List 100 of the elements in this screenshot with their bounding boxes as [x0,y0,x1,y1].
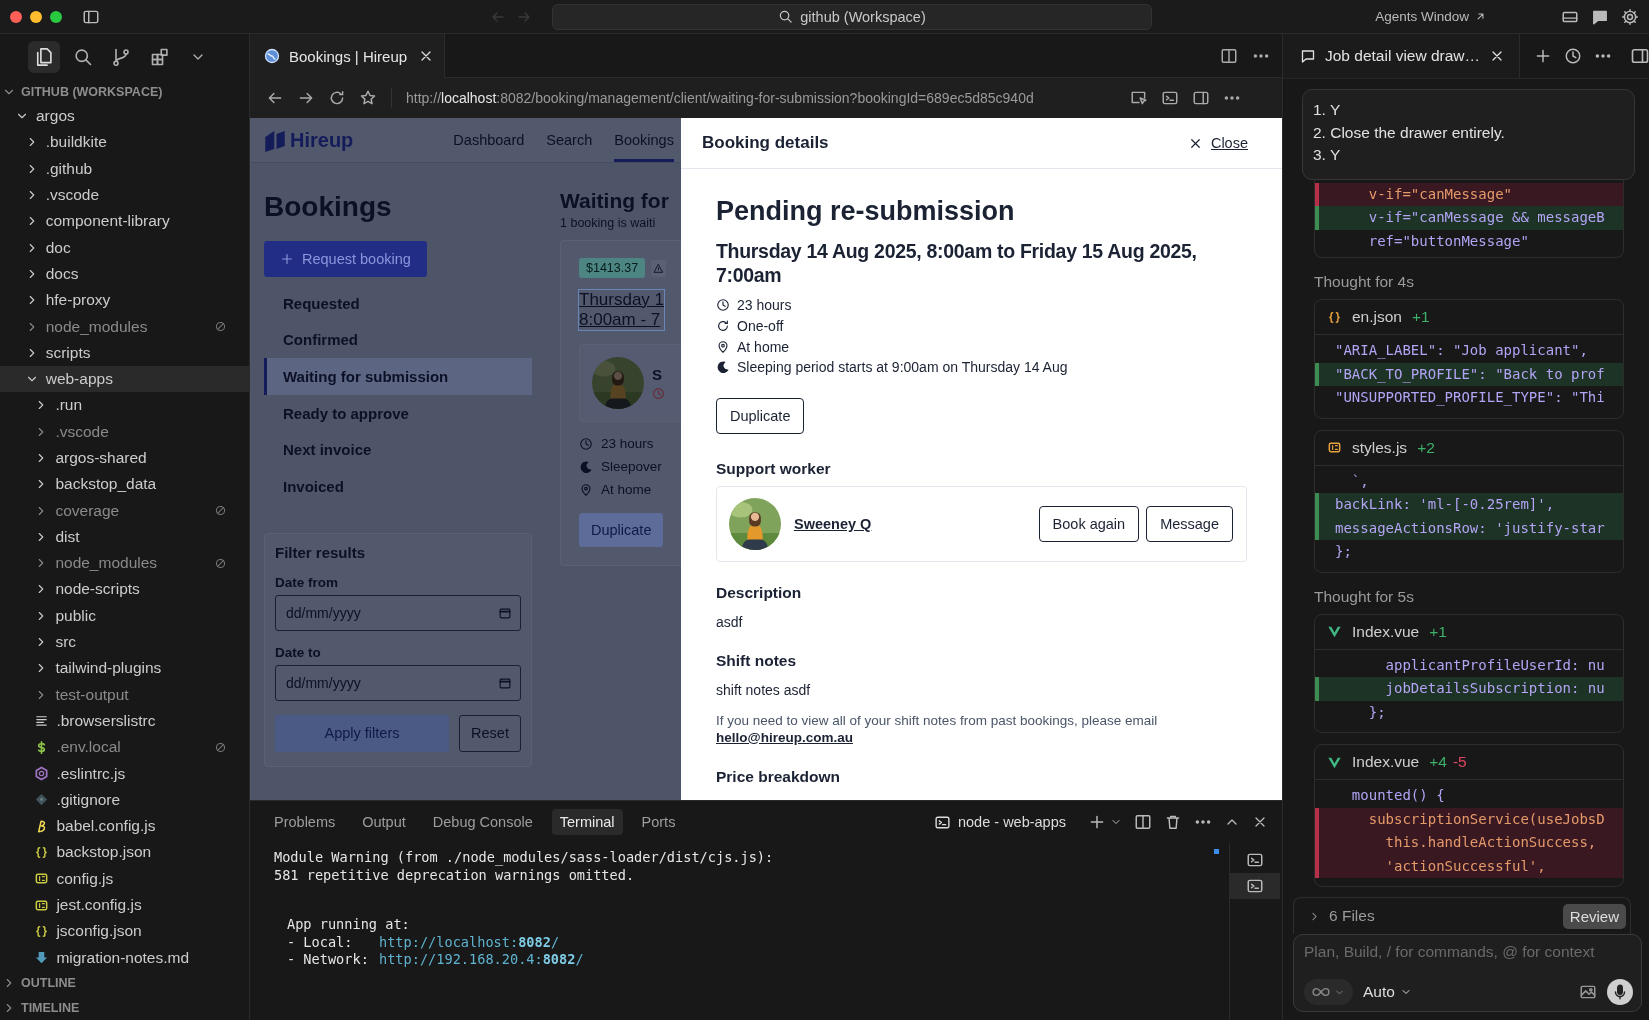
reload-icon[interactable] [328,89,346,107]
tree-item[interactable]: .buildkite [0,129,249,156]
tree-item[interactable]: backstop.json [0,839,249,866]
close-link[interactable]: Close [1187,135,1248,151]
side-panel-icon[interactable] [1630,46,1649,66]
panel-tab[interactable]: Problems [266,809,344,835]
detail-text: At home [737,338,790,355]
activity-marker [1214,849,1219,854]
terminal-icon[interactable] [1161,89,1179,107]
plus-icon[interactable] [1088,813,1106,831]
added-count: +2 [1417,438,1435,457]
tree-item[interactable]: node_modules [0,313,249,340]
files-count[interactable]: 6 Files [1329,907,1375,925]
page-title: Bookings [264,191,393,223]
tree-item[interactable]: dist [0,523,249,551]
panel-tab[interactable]: Terminal [551,809,623,835]
braces-icon [34,844,50,860]
tree-item[interactable]: .env.local [0,734,249,761]
tree-item[interactable]: .run [0,392,249,419]
tree-item[interactable]: .vscode [0,181,249,209]
tree-item[interactable]: public [0,602,249,629]
tree-item[interactable]: .vscode [0,418,249,445]
tree-item[interactable]: .github [0,155,249,182]
files-icon[interactable] [28,41,60,73]
settings-icon[interactable] [1621,7,1639,26]
address-field[interactable]: http://localhost:8082/booking/management/client/waiting-for-submission?bookingId=689ec5d85c940d [406,90,1112,106]
tree-item[interactable]: test-output [0,681,249,708]
tree-item[interactable]: jsconfig.json [0,918,249,945]
tree-item[interactable]: node_modules [0,550,249,577]
duplicate-button[interactable]: Duplicate [716,397,805,434]
tree-item[interactable]: tailwind-plugins [0,655,249,682]
image-icon[interactable] [1579,983,1597,1001]
excluded-icon [214,740,227,754]
terminal-session-name[interactable]: node - web-apps [958,814,1066,830]
review-button[interactable]: Review [1562,903,1626,929]
microphone-icon[interactable] [1607,979,1633,1005]
tree-item[interactable]: config.js [0,865,249,892]
date-field[interactable]: dd/mm/yyyy [275,594,521,631]
history-icon[interactable] [1564,47,1583,65]
window-minimize-button[interactable] [30,10,42,23]
tree-item[interactable]: argos-shared [0,444,249,472]
tree-item[interactable]: doc [0,234,249,261]
chat-input[interactable]: Plan, Build, / for commands, @ for context [1304,943,1633,961]
worker-action-button[interactable]: Book again [1038,505,1140,542]
agents-window-link[interactable]: Agents Window [1375,9,1469,24]
tree-item[interactable]: hfe-proxy [0,287,249,314]
field-label: Date to [275,644,322,660]
split-view-icon[interactable] [1134,813,1152,831]
tree-item[interactable]: migration-notes.md [0,944,249,970]
file-name[interactable]: Index.vue [1352,622,1420,641]
side-panel-icon[interactable] [1192,89,1210,107]
panel-tab[interactable]: Ports [633,809,684,835]
tree-item[interactable]: .gitignore [0,786,249,813]
tree-item[interactable]: coverage [0,497,249,524]
worker-action-button[interactable]: Message [1146,505,1233,542]
drawer-title: Booking details [702,133,829,153]
model-selector[interactable]: Auto [1363,983,1412,1001]
file-name[interactable]: Index.vue [1352,753,1420,771]
tree-item[interactable]: jest.config.js [0,891,249,919]
code-line: "ARIA_LABEL": "Job applicant", [1334,341,1589,361]
inspect-icon[interactable] [1130,89,1148,107]
logo-text: Hireup [290,128,354,152]
section-title[interactable]: TIMELINE [21,1000,80,1015]
panel-tab[interactable]: Debug Console [424,809,541,835]
tree-item[interactable]: babel.config.js [0,813,249,840]
agent-mode-selector[interactable] [1304,979,1353,1005]
command-search-field[interactable]: github (Workspace) [552,3,1152,30]
terminal-link[interactable]: http://localhost:8082/ [379,933,560,951]
panel-tab[interactable]: Output [354,809,414,835]
date-field[interactable]: dd/mm/yyyy [275,664,521,701]
window-close-button[interactable] [10,10,22,23]
tree-item[interactable]: .eslintrc.js [0,760,249,787]
tree-item[interactable]: component-library [0,208,249,235]
star-icon[interactable] [359,89,377,107]
file-name[interactable]: en.json [1352,308,1402,326]
split-view-icon[interactable] [1220,46,1238,65]
section-heading: Support worker [716,459,832,478]
tree-item[interactable]: .browserslistrc [0,707,249,735]
terminal-icon[interactable] [1230,873,1280,899]
price-tag: $1413.37 [579,258,646,278]
browser-tab[interactable]: Bookings | Hireup [250,34,445,78]
tree-item[interactable]: scripts [0,339,249,366]
calendar-icon [498,675,512,690]
file-name[interactable]: styles.js [1352,438,1408,457]
request-booking-button[interactable]: Request booking [264,241,427,277]
terminal-link[interactable]: http://192.168.20.4:8082/ [379,951,584,969]
email-link[interactable]: hello@hireup.com.au [716,729,853,745]
trash-icon[interactable] [1164,813,1182,831]
logo-icon [263,128,287,152]
window-zoom-button[interactable] [50,10,62,23]
tree-item[interactable]: src [0,628,249,656]
tree-item[interactable]: argos [0,103,249,130]
tree-item[interactable]: backstop_data [0,471,249,498]
section-title[interactable]: OUTLINE [21,975,76,990]
tree-item[interactable]: docs [0,260,249,288]
worker-name-link[interactable]: Sweeney Q [794,515,872,532]
tree-item[interactable]: web-apps [0,365,249,393]
tree-item[interactable]: node-scripts [0,576,249,603]
pin-icon [579,482,593,497]
worker-name: S [652,366,663,383]
